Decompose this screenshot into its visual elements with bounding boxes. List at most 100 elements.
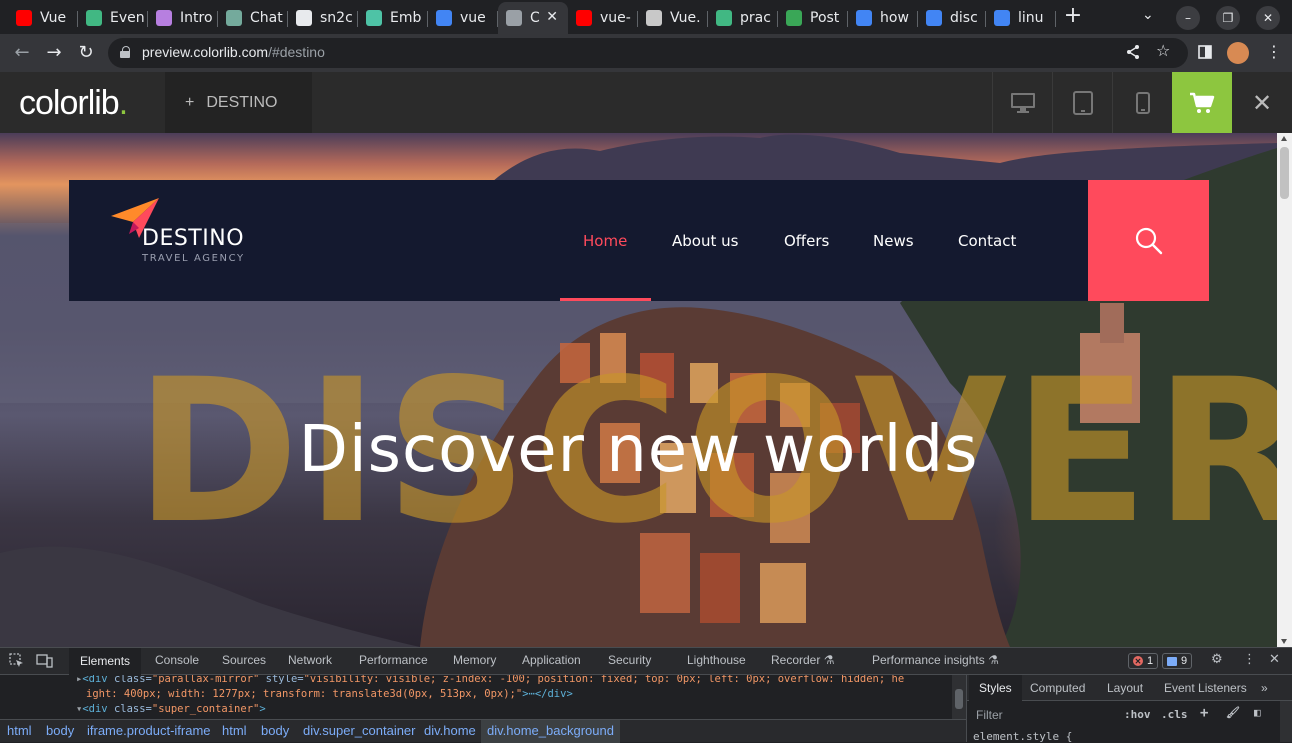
error-count-badge[interactable]: ✕ 1 <box>1128 653 1159 669</box>
tree-icon <box>786 10 802 26</box>
breadcrumb-item[interactable]: body <box>261 723 289 738</box>
lock-icon[interactable] <box>120 46 130 58</box>
restore-icon[interactable]: ❐ <box>1216 6 1240 30</box>
elements-dom-tree[interactable]: ▸<div class="parallax-mirror" style="vis… <box>0 675 952 719</box>
devtools-tab-memory[interactable]: Memory <box>453 653 496 667</box>
browser-tab[interactable]: Emb <box>358 4 428 32</box>
devtools-tab-application[interactable]: Application <box>522 653 581 667</box>
breadcrumb-item[interactable]: div.super_container <box>303 723 416 738</box>
menu-contact[interactable]: Contact <box>958 232 1016 250</box>
tab-search-chevron-icon[interactable]: ⌄ <box>1142 7 1154 23</box>
bookmark-star-icon[interactable]: ☆ <box>1156 41 1170 60</box>
scroll-down-arrow-icon[interactable] <box>1281 639 1287 644</box>
theme-selector[interactable]: + DESTINO <box>165 72 312 133</box>
browser-tab[interactable]: Intro <box>148 4 218 32</box>
menu-news[interactable]: News <box>873 232 914 250</box>
inspect-element-icon[interactable] <box>9 653 24 672</box>
spiral-icon <box>156 10 172 26</box>
scrollbar-thumb[interactable] <box>1280 147 1289 199</box>
profile-avatar[interactable] <box>1227 42 1249 64</box>
scroll-up-arrow-icon[interactable] <box>1281 136 1287 141</box>
close-window-icon[interactable]: ✕ <box>1256 6 1280 30</box>
browser-tab[interactable]: Chat <box>218 4 288 32</box>
add-rule-plus-icon[interactable]: + <box>1200 705 1208 721</box>
hover-state-toggle[interactable]: :hov <box>1124 708 1151 721</box>
tab-layout[interactable]: Layout <box>1107 681 1143 695</box>
dom-tree-scroll-thumb[interactable] <box>955 689 963 709</box>
breadcrumb-item[interactable]: body <box>46 723 74 738</box>
breadcrumb-item[interactable]: iframe.product-iframe <box>87 723 211 738</box>
devtools-tab-sources[interactable]: Sources <box>222 653 266 667</box>
close-preview-button[interactable]: ✕ <box>1232 72 1292 133</box>
devtools-tab-performance[interactable]: Performance <box>359 653 428 667</box>
menu-offers[interactable]: Offers <box>784 232 829 250</box>
dom-tree-scrollbar[interactable] <box>952 675 966 719</box>
message-count-badge[interactable]: 9 <box>1162 653 1193 669</box>
styles-filter-input[interactable]: Filter <box>971 705 1113 725</box>
paint-brush-icon[interactable]: 🖌 <box>1226 706 1240 719</box>
breadcrumb-item[interactable]: html <box>222 723 247 738</box>
browser-tab[interactable]: linu <box>986 4 1056 32</box>
new-tab-button[interactable]: + <box>1062 5 1084 28</box>
menu-kebab-icon[interactable]: ⋮ <box>1266 42 1282 61</box>
menu-home[interactable]: Home <box>583 232 627 250</box>
site-search-button[interactable] <box>1088 180 1209 301</box>
class-toggle[interactable]: .cls <box>1161 708 1188 721</box>
browser-tab[interactable]: sn2c <box>288 4 358 32</box>
dom-line-super-container[interactable]: ▾<div class="super_container"> <box>76 702 266 717</box>
buy-cart-button[interactable] <box>1172 72 1232 133</box>
browser-tab[interactable]: Vue <box>8 4 78 32</box>
devtools-tab-lighthouse[interactable]: Lighthouse <box>687 653 746 667</box>
more-tabs-chevron-icon[interactable]: » <box>1261 681 1268 695</box>
code-tag: > <box>259 703 266 715</box>
dom-line-parallax-mirror[interactable]: ▸<div class="parallax-mirror" style="vis… <box>76 675 904 687</box>
devtools-tab-elements[interactable]: Elements <box>69 648 142 675</box>
reload-icon[interactable]: ↻ <box>74 41 98 65</box>
browser-tab[interactable]: how <box>848 4 918 32</box>
tablet-view-button[interactable] <box>1052 72 1112 133</box>
devtools-tab-network[interactable]: Network <box>288 653 332 667</box>
styles-scrollbar[interactable] <box>1280 701 1292 742</box>
device-toolbar-icon[interactable] <box>36 653 53 672</box>
mobile-view-button[interactable] <box>1112 72 1172 133</box>
devtools-tab-console[interactable]: Console <box>155 653 199 667</box>
browser-tab[interactable]: vue <box>428 4 498 32</box>
browser-tab[interactable]: vue- <box>568 4 638 32</box>
dom-line-parallax-mirror-cont[interactable]: ight: 400px; width: 1277px; transform: t… <box>86 687 573 702</box>
code-attr: class= <box>113 703 152 715</box>
desktop-view-button[interactable] <box>992 72 1052 133</box>
devtools-tab-performance-insights[interactable]: Performance insights ⚗ <box>872 653 999 667</box>
browser-tab[interactable]: Post <box>778 4 848 32</box>
forward-arrow-icon[interactable]: → <box>42 41 66 65</box>
element-style-rule[interactable]: element.style { <box>973 730 1072 743</box>
browser-tab-title: Vue. <box>670 10 701 26</box>
colorlib-logo[interactable]: colorlib. <box>19 84 128 123</box>
share-icon[interactable] <box>1126 44 1140 64</box>
minimize-icon[interactable]: – <box>1176 6 1200 30</box>
devtools-tab-recorder[interactable]: Recorder ⚗ <box>771 653 834 667</box>
settings-gear-icon[interactable]: ⚙ <box>1211 652 1223 667</box>
close-devtools-icon[interactable]: ✕ <box>1269 652 1280 667</box>
preview-scrollbar[interactable] <box>1277 133 1292 647</box>
breadcrumb-item[interactable]: html <box>7 723 32 738</box>
breadcrumb-item-selected[interactable]: div.home_background <box>481 720 620 743</box>
devtools-menu-kebab-icon[interactable]: ⋮ <box>1243 652 1256 667</box>
youtube-icon <box>16 10 32 26</box>
browser-tab[interactable]: Vue. <box>638 4 708 32</box>
browser-tab[interactable]: C ✕ <box>498 2 568 34</box>
browser-tab[interactable]: disc <box>918 4 986 32</box>
tab-styles[interactable]: Styles <box>969 675 1022 701</box>
tab-event-listeners[interactable]: Event Listeners <box>1164 681 1247 695</box>
close-tab-icon[interactable]: ✕ <box>546 9 558 25</box>
url-text[interactable]: preview.colorlib.com/#destino <box>142 44 325 60</box>
devtools-tab-security[interactable]: Security <box>608 653 651 667</box>
tab-computed[interactable]: Computed <box>1030 681 1085 695</box>
computed-sidebar-icon[interactable]: ◧ <box>1254 706 1261 719</box>
side-panel-icon[interactable] <box>1198 44 1212 63</box>
browser-tab[interactable]: Even <box>78 4 148 32</box>
browser-tab[interactable]: prac <box>708 4 778 32</box>
breadcrumb-item[interactable]: div.home <box>424 723 476 738</box>
menu-about-us[interactable]: About us <box>672 232 738 250</box>
address-bar[interactable]: preview.colorlib.com/#destino ☆ <box>108 38 1188 68</box>
back-arrow-icon[interactable]: ← <box>10 41 34 65</box>
